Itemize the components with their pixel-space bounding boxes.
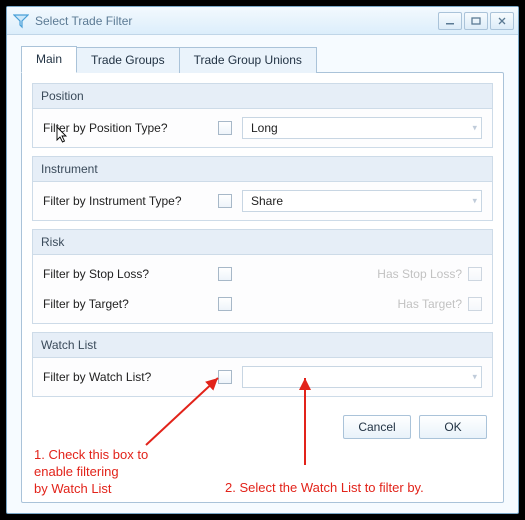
stoploss-filter-label: Filter by Stop Loss?	[43, 267, 208, 281]
position-type-combo[interactable]: Long ▾	[242, 117, 482, 139]
minimize-button[interactable]	[438, 12, 462, 30]
has-target-area: Has Target?	[242, 297, 482, 311]
instrument-type-combo[interactable]: Share ▾	[242, 190, 482, 212]
chevron-down-icon: ▾	[472, 196, 477, 207]
group-watchlist: Watch List Filter by Watch List? ▾	[32, 332, 493, 397]
watchlist-combo[interactable]: ▾	[242, 366, 482, 388]
instrument-filter-label: Filter by Instrument Type?	[43, 194, 208, 208]
tabstrip: Main Trade Groups Trade Group Unions	[21, 45, 504, 72]
window-buttons	[438, 12, 514, 30]
group-risk: Risk Filter by Stop Loss? Has Stop Loss?…	[32, 229, 493, 324]
instrument-filter-checkbox[interactable]	[218, 194, 232, 208]
close-button[interactable]	[490, 12, 514, 30]
dialog-window: Select Trade Filter Main Trade Groups Tr…	[6, 6, 519, 514]
dialog-button-row: Cancel OK	[32, 405, 493, 439]
has-stoploss-label: Has Stop Loss?	[377, 267, 462, 281]
group-position: Position Filter by Position Type? Long ▾	[32, 83, 493, 148]
ok-button[interactable]: OK	[419, 415, 487, 439]
window-title: Select Trade Filter	[35, 14, 438, 28]
has-stoploss-area: Has Stop Loss?	[242, 267, 482, 281]
has-target-checkbox	[468, 297, 482, 311]
instrument-type-value: Share	[251, 194, 283, 208]
group-position-header: Position	[33, 84, 492, 109]
chevron-down-icon: ▾	[472, 372, 477, 383]
watchlist-filter-checkbox[interactable]	[218, 370, 232, 384]
tab-trade-groups[interactable]: Trade Groups	[76, 47, 180, 73]
group-risk-header: Risk	[33, 230, 492, 255]
has-stoploss-checkbox	[468, 267, 482, 281]
tab-main[interactable]: Main	[21, 46, 77, 73]
position-type-value: Long	[251, 121, 278, 135]
maximize-button[interactable]	[464, 12, 488, 30]
client-area: Main Trade Groups Trade Group Unions Pos…	[7, 35, 518, 513]
has-target-label: Has Target?	[398, 297, 462, 311]
target-filter-label: Filter by Target?	[43, 297, 208, 311]
watchlist-filter-label: Filter by Watch List?	[43, 370, 208, 384]
cancel-button[interactable]: Cancel	[343, 415, 411, 439]
target-filter-checkbox[interactable]	[218, 297, 232, 311]
group-instrument: Instrument Filter by Instrument Type? Sh…	[32, 156, 493, 221]
position-filter-checkbox[interactable]	[218, 121, 232, 135]
group-instrument-header: Instrument	[33, 157, 492, 182]
stoploss-filter-checkbox[interactable]	[218, 267, 232, 281]
chevron-down-icon: ▾	[472, 123, 477, 134]
titlebar: Select Trade Filter	[7, 7, 518, 35]
tab-page-main: Position Filter by Position Type? Long ▾…	[21, 72, 504, 503]
position-filter-label: Filter by Position Type?	[43, 121, 208, 135]
tab-trade-group-unions[interactable]: Trade Group Unions	[179, 47, 317, 73]
group-watchlist-header: Watch List	[33, 333, 492, 358]
funnel-icon	[13, 13, 29, 29]
